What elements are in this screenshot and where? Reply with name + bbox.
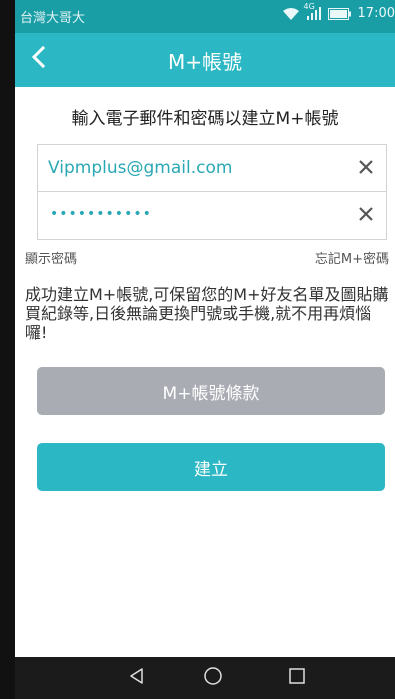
clear-password-button[interactable] (354, 203, 378, 227)
wifi-icon (282, 7, 300, 21)
password-value[interactable]: ••••••••••• (50, 192, 152, 238)
device-frame: 台灣大哥大 4G 17:00 M+帳號 輸入電子郵件和密碼以建立M+帳號 Vip… (0, 0, 395, 699)
status-time: 17:00 (357, 6, 395, 21)
create-button[interactable]: 建立 (37, 443, 385, 491)
terms-button-label: M+帳號條款 (162, 383, 260, 404)
app-bar: M+帳號 (15, 33, 395, 87)
terms-button[interactable]: M+帳號條款 (37, 367, 385, 415)
account-description: 成功建立M+帳號,可保留您的M+好友名單及圖貼購買紀錄等,日後無論更換門號或手機… (25, 285, 389, 342)
email-field[interactable]: Vipmplus@gmail.com (38, 145, 386, 191)
create-button-label: 建立 (194, 459, 228, 480)
show-password-link[interactable]: 顯示密碼 (25, 248, 77, 267)
battery-icon (327, 7, 352, 20)
square-recents-icon (288, 667, 306, 689)
screen: 台灣大哥大 4G 17:00 M+帳號 輸入電子郵件和密碼以建立M+帳號 Vip… (15, 0, 395, 699)
circle-home-icon (203, 666, 223, 690)
clear-email-button[interactable] (354, 156, 378, 180)
close-icon (359, 159, 373, 178)
signal-icon: 4G (304, 2, 322, 21)
network-type: 4G (303, 1, 315, 11)
nav-recents-button[interactable] (279, 663, 315, 693)
status-bar: 台灣大哥大 4G 17:00 (15, 0, 395, 33)
page-title: M+帳號 (167, 50, 242, 74)
email-value[interactable]: Vipmplus@gmail.com (48, 145, 232, 191)
forgot-password-link[interactable]: 忘記M+密碼 (315, 248, 389, 267)
password-field[interactable]: ••••••••••• (38, 191, 386, 238)
nav-back-button[interactable] (119, 663, 155, 693)
triangle-back-icon (128, 667, 146, 689)
close-icon (359, 206, 373, 225)
form-heading: 輸入電子郵件和密碼以建立M+帳號 (71, 109, 339, 129)
navigation-bar (15, 657, 395, 699)
carrier-name: 台灣大哥大 (20, 11, 86, 26)
device-bezel (0, 0, 15, 699)
status-icons: 4G 17:00 (282, 2, 395, 21)
credentials-form: Vipmplus@gmail.com ••••••••••• (37, 144, 387, 240)
nav-home-button[interactable] (195, 663, 231, 693)
